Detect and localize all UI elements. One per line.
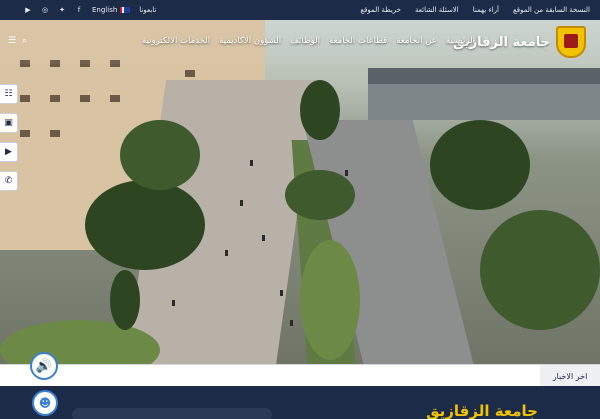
hero-image bbox=[0, 20, 600, 364]
twitter-icon[interactable]: ✦ bbox=[58, 6, 66, 14]
topbar-left: ▶ ◎ ✦ f English تابعونا bbox=[24, 0, 156, 20]
nav-home[interactable]: الرئيسية bbox=[446, 36, 475, 46]
link-feedback[interactable]: أراء يهمنا bbox=[473, 6, 499, 14]
main-nav: جامعة الزقازيق الرئيسية عن الجامعة قطاعا… bbox=[0, 20, 600, 64]
instagram-icon[interactable]: ◎ bbox=[41, 6, 49, 14]
ticker-label: اخر الاخبار bbox=[540, 365, 600, 387]
bottom-title: جامعة الزقازيق bbox=[426, 402, 538, 419]
facebook-icon[interactable]: f bbox=[75, 6, 83, 14]
nav-jobs[interactable]: الوظائف bbox=[290, 36, 320, 46]
nav-academic[interactable]: الشؤون الاكاديمية bbox=[219, 36, 281, 46]
sound-icon[interactable]: 🔊 bbox=[30, 352, 58, 380]
follow-label: تابعونا bbox=[139, 6, 157, 14]
side-youtube-icon[interactable]: ▶ bbox=[0, 142, 18, 162]
top-utility-bar: ▶ ◎ ✦ f English تابعونا النسخة السابقة م… bbox=[0, 0, 600, 20]
search-icon[interactable]: ⌕ bbox=[22, 36, 27, 46]
topbar-links: النسخة السابقة من الموقع أراء يهمنا الاس… bbox=[360, 0, 590, 20]
side-briefcase-icon[interactable]: ▣ bbox=[0, 113, 18, 133]
university-logo bbox=[556, 26, 586, 58]
nav-menu: الرئيسية عن الجامعة قطاعات الجامعة الوظا… bbox=[142, 36, 475, 46]
language-switch[interactable]: English bbox=[92, 6, 131, 14]
chat-bubble bbox=[72, 408, 272, 419]
side-news-icon[interactable]: ☷ bbox=[0, 84, 18, 104]
hamburger-menu-icon[interactable]: ☰ bbox=[8, 36, 16, 46]
link-faq[interactable]: الاسئلة الشائعة bbox=[415, 6, 459, 14]
language-label: English bbox=[92, 6, 118, 14]
chatbot-icon[interactable]: ☻ bbox=[32, 390, 58, 416]
bottom-section: جامعة الزقازيق bbox=[0, 386, 600, 419]
link-sitemap[interactable]: خريطة الموقع bbox=[360, 6, 401, 14]
uk-flag-icon bbox=[120, 7, 131, 13]
nav-icons: ☰ ⌕ bbox=[8, 36, 27, 46]
side-phone-icon[interactable]: ✆ bbox=[0, 171, 18, 191]
news-ticker: اخر الاخبار bbox=[0, 364, 600, 387]
building-right bbox=[368, 68, 600, 120]
nav-sectors[interactable]: قطاعات الجامعة bbox=[329, 36, 387, 46]
nav-about[interactable]: عن الجامعة bbox=[396, 36, 436, 46]
youtube-icon[interactable]: ▶ bbox=[24, 6, 32, 14]
link-previous-site[interactable]: النسخة السابقة من الموقع bbox=[513, 6, 590, 14]
nav-eservices[interactable]: الخدمات الالكترونية bbox=[142, 36, 210, 46]
